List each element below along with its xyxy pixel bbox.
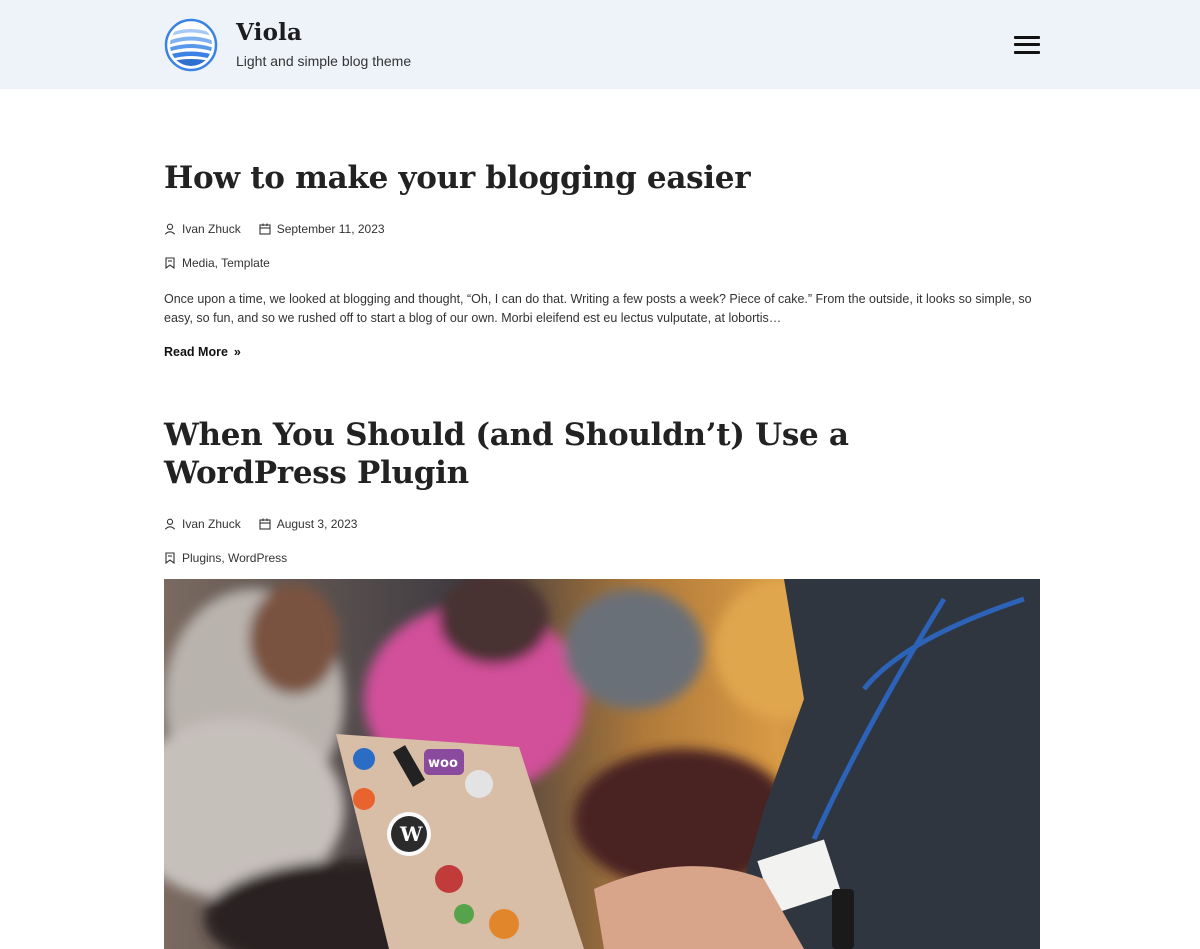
read-more-link[interactable]: Read More » (164, 345, 241, 359)
site-tagline: Light and simple blog theme (236, 53, 412, 69)
site-header: Viola Light and simple blog theme (0, 0, 1200, 89)
user-icon (164, 223, 176, 235)
calendar-icon (259, 223, 271, 235)
post-title[interactable]: When You Should (and Shouldn’t) Use a Wo… (164, 416, 1040, 492)
post-list: How to make your blogging easier Ivan Zh… (164, 89, 1040, 949)
header-inner: Viola Light and simple blog theme (164, 0, 1040, 89)
read-more-arrow: » (233, 345, 241, 359)
author-name: Ivan Zhuck (182, 222, 241, 236)
hamburger-icon[interactable] (1014, 34, 1040, 56)
globe-icon[interactable] (164, 18, 218, 72)
read-more-label: Read More (164, 345, 228, 359)
svg-text:W: W (399, 822, 423, 846)
category-links[interactable]: Plugins, WordPress (164, 551, 287, 565)
post-date[interactable]: August 3, 2023 (259, 517, 358, 531)
post-author[interactable]: Ivan Zhuck (164, 222, 241, 236)
svg-text:woo: woo (428, 756, 458, 771)
featured-image[interactable]: W woo (164, 579, 1040, 949)
category-text: Media, Template (182, 256, 270, 270)
menu-line (1014, 50, 1040, 54)
post-item: How to make your blogging easier Ivan Zh… (164, 89, 1040, 361)
read-more-wrap: Read More » (164, 343, 1040, 361)
calendar-icon (259, 518, 271, 530)
date-text: September 11, 2023 (276, 222, 385, 236)
post-categories: Plugins, WordPress (164, 551, 1040, 565)
user-icon (164, 518, 176, 530)
category-links[interactable]: Media, Template (164, 256, 270, 270)
menu-line (1014, 35, 1040, 39)
site-title[interactable]: Viola (236, 20, 411, 46)
post-item: When You Should (and Shouldn’t) Use a Wo… (164, 416, 1040, 949)
brand[interactable]: Viola Light and simple blog theme (164, 18, 411, 72)
brand-text: Viola Light and simple blog theme (236, 20, 412, 70)
post-excerpt: Once upon a time, we looked at blogging … (164, 292, 1032, 325)
author-name: Ivan Zhuck (182, 517, 241, 531)
category-text: Plugins, WordPress (182, 551, 288, 565)
date-text: August 3, 2023 (276, 517, 358, 531)
post-meta: Ivan Zhuck August 3, 2023 (164, 517, 1040, 531)
post-categories: Media, Template (164, 256, 1040, 270)
featured-photo-laptop-stickers: W woo (164, 579, 1040, 949)
post-title[interactable]: How to make your blogging easier (164, 159, 1040, 197)
bookmark-icon (165, 552, 175, 564)
post-author[interactable]: Ivan Zhuck (164, 517, 241, 531)
menu-line (1014, 43, 1040, 46)
post-meta: Ivan Zhuck September 11, 2023 (164, 222, 1040, 236)
post-date[interactable]: September 11, 2023 (259, 222, 385, 236)
bookmark-icon (165, 257, 175, 269)
